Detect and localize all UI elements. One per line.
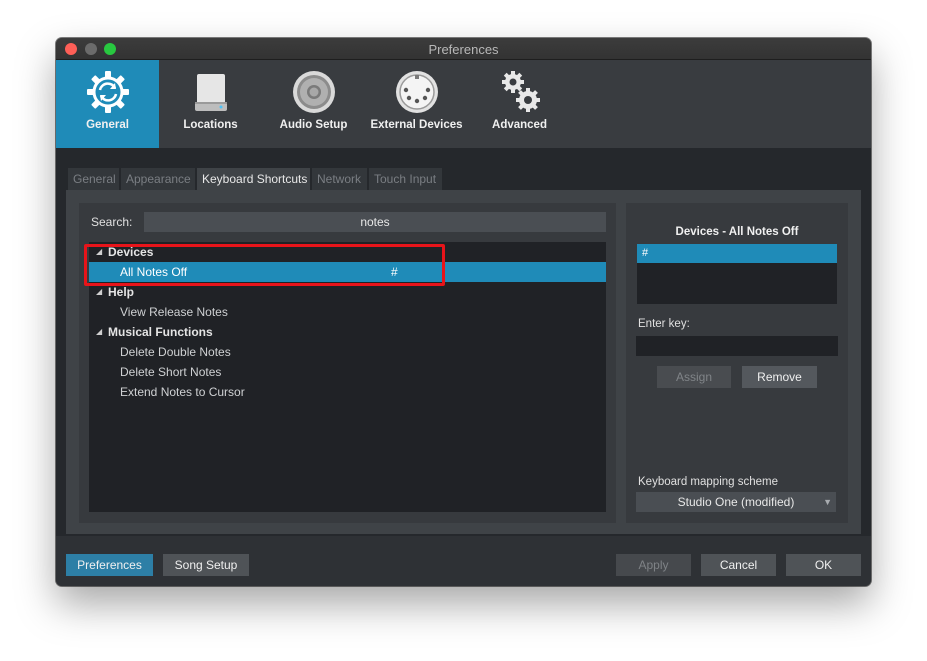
gears-icon	[501, 71, 540, 112]
drive-icon	[194, 74, 227, 111]
expand-triangle-icon[interactable]: ◢	[96, 322, 102, 342]
toolbar-item-audio-setup[interactable]: Audio Setup	[262, 60, 365, 148]
category-toolbar: General Locations Audio Setup External D…	[56, 60, 871, 148]
preferences-window: Preferences General Locations Audio Setu…	[56, 38, 871, 586]
tab-appearance[interactable]: Appearance	[121, 168, 196, 190]
tree-item-delete-double-notes[interactable]: Delete Double Notes	[89, 342, 606, 362]
toolbar-item-external-devices[interactable]: External Devices	[365, 60, 468, 148]
cancel-button[interactable]: Cancel	[701, 554, 776, 576]
toolbar-label-general: General	[86, 119, 129, 131]
enter-key-input[interactable]	[636, 336, 838, 356]
title-bar: Preferences	[56, 38, 871, 60]
toolbar-item-general[interactable]: General	[56, 60, 159, 148]
toolbar-label-external-devices: External Devices	[370, 119, 463, 131]
ok-button[interactable]: OK	[786, 554, 861, 576]
toolbar-label-advanced: Advanced	[492, 119, 547, 131]
search-input[interactable]	[144, 212, 606, 232]
mapping-scheme-label: Keyboard mapping scheme	[638, 476, 778, 488]
mapping-scheme-value: Studio One (modified)	[677, 495, 795, 509]
assigned-key-row[interactable]: #	[637, 244, 837, 263]
tree-item-view-release-notes[interactable]: View Release Notes	[89, 302, 606, 322]
apply-button[interactable]: Apply	[616, 554, 691, 576]
song-setup-button[interactable]: Song Setup	[163, 554, 249, 576]
dialog-footer: Preferences Song Setup Apply Cancel OK	[56, 536, 871, 586]
toolbar-label-locations: Locations	[183, 119, 238, 131]
tab-network[interactable]: Network	[312, 168, 368, 190]
mapping-scheme-select[interactable]: Studio One (modified) ▼	[636, 492, 836, 512]
tree-item-extend-notes-to-cursor[interactable]: Extend Notes to Cursor	[89, 382, 606, 402]
tab-touch-input[interactable]: Touch Input	[369, 168, 443, 190]
chevron-down-icon: ▼	[823, 497, 832, 507]
shortcut-detail-panel: Devices - All Notes Off # Enter key: Ass…	[626, 203, 848, 523]
tree-group-musical-functions[interactable]: ◢ Musical Functions	[89, 322, 606, 342]
toolbar-item-locations[interactable]: Locations	[159, 60, 262, 148]
midi-port-icon	[395, 71, 438, 113]
preferences-button[interactable]: Preferences	[66, 554, 153, 576]
toolbar-label-audio-setup: Audio Setup	[279, 119, 348, 131]
toolbar-item-advanced[interactable]: Advanced	[468, 60, 571, 148]
gear-sync-icon	[86, 71, 129, 113]
assigned-keys-list[interactable]: #	[637, 244, 837, 304]
tab-keyboard-shortcuts[interactable]: Keyboard Shortcuts	[197, 168, 311, 190]
search-label: Search:	[91, 215, 133, 229]
remove-button[interactable]: Remove	[742, 366, 817, 388]
tab-general[interactable]: General	[68, 168, 120, 190]
window-title: Preferences	[428, 42, 499, 57]
speaker-icon	[292, 71, 335, 113]
shortcut-detail-title: Devices - All Notes Off	[675, 226, 799, 238]
assign-button[interactable]: Assign	[657, 366, 731, 388]
enter-key-label: Enter key:	[638, 318, 690, 330]
keyboard-shortcuts-panel: Search: ◢ Devices All Notes Off # ◢ Help…	[66, 190, 861, 534]
tree-item-delete-short-notes[interactable]: Delete Short Notes	[89, 362, 606, 382]
annotation-highlight-box	[84, 244, 445, 286]
